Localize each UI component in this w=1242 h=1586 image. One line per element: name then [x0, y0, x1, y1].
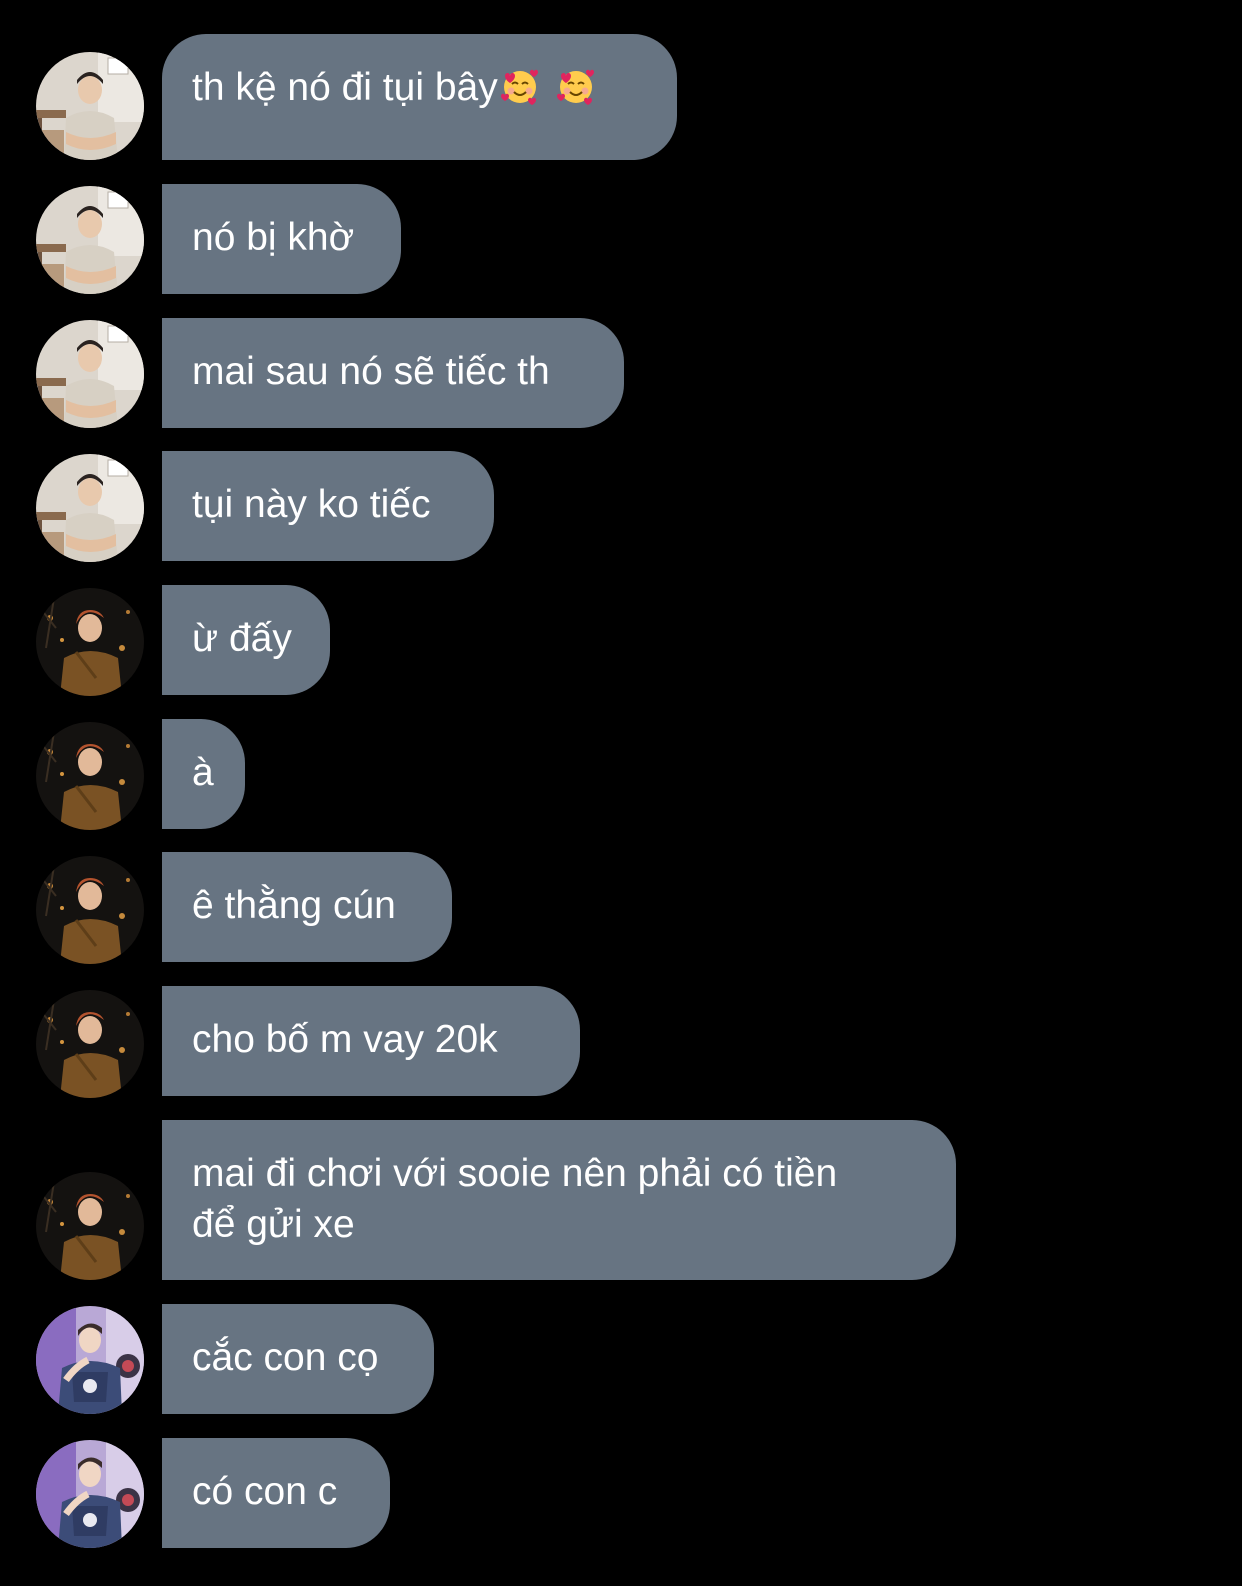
avatar[interactable] — [36, 722, 144, 830]
message-bubble[interactable]: nó bị khờ — [162, 184, 401, 294]
avatar[interactable] — [36, 1172, 144, 1280]
message-text: tụi này ko tiếc — [192, 483, 431, 526]
message-bubble[interactable]: cắc con cọ — [162, 1304, 434, 1414]
message-bubble[interactable]: mai sau nó sẽ tiếc th — [162, 318, 624, 428]
avatar[interactable] — [36, 1440, 144, 1548]
message-text: nó bị khờ — [192, 216, 355, 259]
message-text: th kệ nó đi tụi bây — [192, 66, 498, 109]
message-bubble[interactable]: cho bố m vay 20k — [162, 986, 580, 1096]
avatar[interactable] — [36, 990, 144, 1098]
avatar[interactable] — [36, 588, 144, 696]
message-text: có con c — [192, 1470, 338, 1513]
avatar[interactable] — [36, 320, 144, 428]
smiling-face-with-hearts-icon — [500, 66, 540, 106]
smiling-face-with-hearts-icon — [556, 66, 596, 106]
message-bubble[interactable]: ê thằng cún — [162, 852, 452, 962]
avatar[interactable] — [36, 454, 144, 562]
message-bubble[interactable]: ừ đấy — [162, 585, 330, 695]
message-bubble[interactable]: tụi này ko tiếc — [162, 451, 494, 561]
message-text: mai sau nó sẽ tiếc th — [192, 350, 550, 393]
message-text-line: để gửi xe — [192, 1203, 355, 1246]
message-bubble[interactable]: mai đi chơi với sooie nên phải có tiền đ… — [162, 1120, 956, 1280]
avatar[interactable] — [36, 186, 144, 294]
avatar[interactable] — [36, 52, 144, 160]
message-text-line: mai đi chơi với sooie nên phải có tiền — [192, 1152, 838, 1195]
message-text: ừ đấy — [192, 617, 292, 660]
message-text: ê thằng cún — [192, 884, 396, 927]
message-bubble[interactable]: th kệ nó đi tụi bây — [162, 34, 677, 160]
message-text: cho bố m vay 20k — [192, 1018, 498, 1061]
message-text: à — [192, 751, 214, 794]
avatar[interactable] — [36, 856, 144, 964]
message-text: cắc con cọ — [192, 1336, 379, 1379]
message-bubble[interactable]: có con c — [162, 1438, 390, 1548]
avatar[interactable] — [36, 1306, 144, 1414]
message-bubble[interactable]: à — [162, 719, 245, 829]
